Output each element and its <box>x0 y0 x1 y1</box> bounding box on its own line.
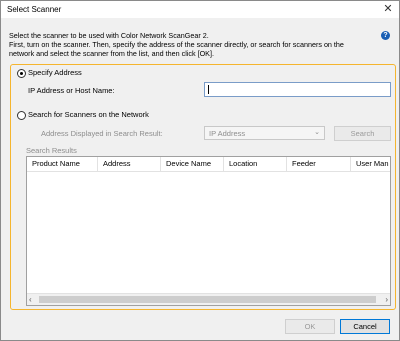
scrollbar-thumb[interactable] <box>39 296 376 303</box>
table-header: Product Name Address Device Name Locatio… <box>27 157 390 172</box>
ip-address-input[interactable] <box>204 82 391 97</box>
column-user-manual[interactable]: User Man <box>351 157 390 171</box>
column-address[interactable]: Address <box>98 157 161 171</box>
close-icon[interactable]: ✕ <box>381 2 395 16</box>
search-results-table[interactable]: Product Name Address Device Name Locatio… <box>26 156 391 306</box>
column-device-name[interactable]: Device Name <box>161 157 224 171</box>
chevron-down-icon: ⌄ <box>314 129 320 136</box>
intro-text: Select the scanner to be used with Color… <box>9 31 344 58</box>
ok-button[interactable]: OK <box>285 319 335 334</box>
search-network-radio[interactable] <box>17 111 26 120</box>
help-icon[interactable]: ? <box>381 31 390 40</box>
specify-address-label[interactable]: Specify Address <box>28 68 82 77</box>
specify-address-radio[interactable] <box>17 69 26 78</box>
search-button[interactable]: Search <box>334 126 391 141</box>
column-product-name[interactable]: Product Name <box>27 157 98 171</box>
text-caret <box>208 85 209 94</box>
column-feeder[interactable]: Feeder <box>287 157 351 171</box>
scroll-left-icon[interactable]: ‹ <box>29 294 32 305</box>
scroll-right-icon[interactable]: › <box>385 294 388 305</box>
ip-address-label: IP Address or Host Name: <box>28 86 115 95</box>
horizontal-scrollbar[interactable]: ‹ › <box>27 293 390 305</box>
select-scanner-dialog: Select Scanner ✕ Select the scanner to b… <box>0 0 400 341</box>
search-network-label[interactable]: Search for Scanners on the Network <box>28 110 149 119</box>
search-results-label: Search Results <box>26 146 77 155</box>
title-bar: Select Scanner ✕ <box>1 1 399 18</box>
address-display-label: Address Displayed in Search Result: <box>41 129 163 138</box>
address-display-value: IP Address <box>209 129 246 138</box>
cancel-button[interactable]: Cancel <box>340 319 390 334</box>
address-display-select[interactable]: IP Address ⌄ <box>204 126 325 140</box>
column-location[interactable]: Location <box>224 157 287 171</box>
window-title: Select Scanner <box>7 5 62 14</box>
